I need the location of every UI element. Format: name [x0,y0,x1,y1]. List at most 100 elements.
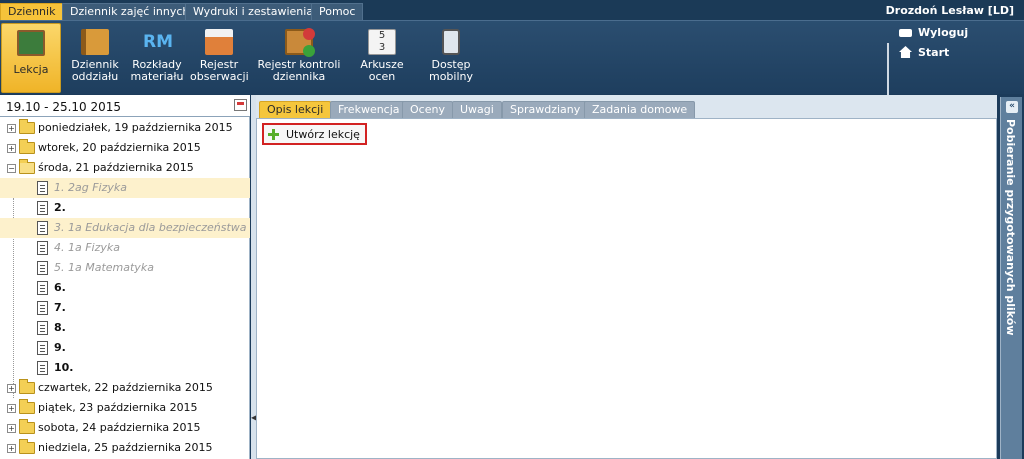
lesson-tree: + poniedziałek, 19 października 2015 + w… [0,118,250,458]
lesson-label: 9. [54,341,66,354]
document-icon [37,301,48,315]
ribbon-toolbar: Lekcja Dziennik oddziału RM Rozkłady mat… [0,20,1024,101]
lesson-label: 7. [54,301,66,314]
day-label: czwartek, 22 października 2015 [38,381,213,394]
rozklady-materialu-label: Rozkłady materiału [130,58,184,83]
lesson-row[interactable]: 6. [0,278,250,298]
chalkboard-icon [17,30,45,56]
main-panel: Opis lekcji Frekwencja Oceny Uwagi Spraw… [256,95,997,459]
day-label: wtorek, 20 października 2015 [38,141,201,154]
plus-icon [268,129,279,140]
date-range-text: 19.10 - 25.10 2015 [6,100,122,114]
rejestr-obserwacji-label: Rejestr obserwacji [190,58,249,83]
tab-uwagi[interactable]: Uwagi [452,101,502,118]
document-icon [37,201,48,215]
files-side-panel[interactable]: « Pobieranie przygotowanych plików [1000,97,1022,459]
folder-icon [19,419,35,434]
document-icon [37,281,48,295]
calendar-folder-icon [205,29,233,55]
lesson-row[interactable]: 3. 1a Edukacja dla bezpieczeństwa [0,218,250,238]
wyloguj-label: Wyloguj [918,26,969,39]
menu-tab-dziennik-zajec-innych[interactable]: Dziennik zajęć innych [62,3,198,20]
menu-tab-pomoc[interactable]: Pomoc [311,3,364,20]
rozklady-materialu-button[interactable]: RM Rozkłady materiału [128,23,186,93]
files-panel-title: Pobieranie przygotowanych plików [1004,119,1017,336]
tree-day-row[interactable]: + sobota, 24 października 2015 [0,418,250,438]
lesson-label: 6. [54,281,66,294]
audit-icon [285,28,315,57]
expand-icon[interactable]: + [7,404,16,413]
document-icon [37,361,48,375]
tree-day-row[interactable]: + wtorek, 20 października 2015 [0,138,250,158]
folder-icon [19,119,35,134]
lesson-tabs: Opis lekcji Frekwencja Oceny Uwagi Spraw… [256,100,997,118]
collapse-icon[interactable]: − [7,164,16,173]
day-label: niedziela, 25 października 2015 [38,441,213,454]
tab-opis-lekcji[interactable]: Opis lekcji [259,101,332,118]
arkusze-ocen-button[interactable]: 53 Arkusze ocen [352,23,412,93]
expand-panel-icon[interactable]: « [1006,101,1018,113]
lesson-label: 10. [54,361,74,374]
user-name: Drozdoń Lesław [LD] [885,4,1014,17]
day-label: sobota, 24 października 2015 [38,421,201,434]
tree-day-row-open[interactable]: − środa, 21 października 2015 [0,158,250,178]
tab-content: Utwórz lekcję [256,118,997,459]
rejestr-kontroli-button[interactable]: Rejestr kontroli dziennika [256,23,342,93]
lesson-row[interactable]: 1. 2ag Fizyka [0,178,250,198]
wyloguj-link[interactable]: Wyloguj [899,26,968,39]
tree-day-row[interactable]: + poniedziałek, 19 października 2015 [0,118,250,138]
create-lesson-button[interactable]: Utwórz lekcję [262,123,367,145]
folder-icon [19,399,35,414]
lesson-label: 4. 1a Fizyka [54,241,121,254]
lesson-row[interactable]: 10. [0,358,250,378]
top-menu-bar: Dziennik Dziennik zajęć innych Wydruki i… [0,0,1024,20]
tree-day-row[interactable]: + piątek, 23 października 2015 [0,398,250,418]
dostep-mobilny-button[interactable]: Dostęp mobilny [421,23,481,93]
tab-oceny[interactable]: Oceny [402,101,453,118]
lock-icon [899,29,912,37]
calendar-icon[interactable] [234,99,247,111]
home-icon [899,46,912,58]
lesson-row[interactable]: 4. 1a Fizyka [0,238,250,258]
expand-icon[interactable]: + [7,424,16,433]
document-icon [37,341,48,355]
phone-icon [442,29,460,55]
tab-frekwencja[interactable]: Frekwencja [330,101,408,118]
dostep-mobilny-label: Dostęp mobilny [428,58,474,83]
dziennik-oddzialu-label: Dziennik oddziału [71,58,119,83]
expand-icon[interactable]: + [7,124,16,133]
rm-icon: RM [143,32,174,52]
menu-tab-dziennik[interactable]: Dziennik [0,3,64,20]
folder-icon [19,139,35,154]
lekcja-label: Lekcja [13,63,49,76]
lesson-label: 1. 2ag Fizyka [54,181,127,194]
menu-tab-wydruki[interactable]: Wydruki i zestawienia [185,3,322,20]
expand-icon[interactable]: + [7,144,16,153]
dziennik-oddzialu-button[interactable]: Dziennik oddziału [66,23,124,93]
day-label: poniedziałek, 19 października 2015 [38,121,233,134]
day-label: piątek, 23 października 2015 [38,401,198,414]
folder-icon [19,439,35,454]
tab-zadania-domowe[interactable]: Zadania domowe [584,101,696,118]
tree-day-row[interactable]: + czwartek, 22 października 2015 [0,378,250,398]
start-link[interactable]: Start [899,46,949,59]
date-range-bar[interactable]: 19.10 - 25.10 2015 [0,95,250,117]
lesson-row[interactable]: 5. 1a Matematyka [0,258,250,278]
lesson-row[interactable]: 2. [0,198,250,218]
lekcja-button[interactable]: Lekcja [1,23,61,93]
create-lesson-label: Utwórz lekcję [286,128,360,141]
tab-sprawdziany[interactable]: Sprawdziany [502,101,589,118]
lesson-label: 3. 1a Edukacja dla bezpieczeństwa [54,221,247,234]
day-label: środa, 21 października 2015 [38,161,194,174]
expand-icon[interactable]: + [7,384,16,393]
lesson-row[interactable]: 7. [0,298,250,318]
lesson-row[interactable]: 8. [0,318,250,338]
document-icon [37,321,48,335]
lesson-row[interactable]: 9. [0,338,250,358]
expand-icon[interactable]: + [7,444,16,453]
rejestr-obserwacji-button[interactable]: Rejestr obserwacji [190,23,249,93]
document-icon [37,181,48,195]
arkusze-ocen-label: Arkusze ocen [360,58,404,83]
lesson-label: 2. [54,201,66,214]
tree-day-row[interactable]: + niedziela, 25 października 2015 [0,438,250,458]
